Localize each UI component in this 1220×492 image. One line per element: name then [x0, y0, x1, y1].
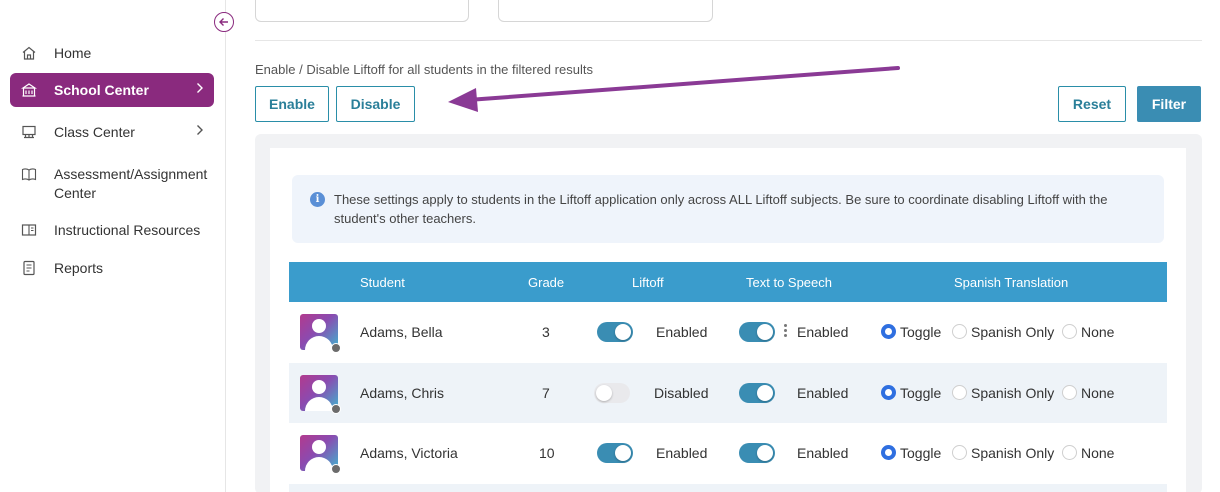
table-header: Student Grade Liftoff Text to Speech Spa…: [289, 262, 1167, 302]
radio-none-label: None: [1081, 445, 1115, 461]
radio-toggle-label: Toggle: [900, 445, 942, 461]
liftoff-status: Enabled: [656, 324, 708, 340]
radio-spanish-only[interactable]: [952, 445, 967, 460]
radio-toggle[interactable]: [881, 445, 896, 460]
header-student[interactable]: Student: [360, 275, 405, 290]
notice-text: These settings apply to students in the …: [334, 192, 1108, 226]
table-row: Adams, Victoria 10 Enabled Enabled Toggl…: [289, 423, 1167, 483]
reset-button[interactable]: Reset: [1058, 86, 1126, 122]
filter-button[interactable]: Filter: [1137, 86, 1201, 122]
tts-status: Enabled: [797, 385, 849, 401]
student-name: Adams, Chris: [360, 385, 445, 401]
table-row: [289, 484, 1167, 492]
status-dot: [331, 404, 341, 414]
chevron-right-icon: [196, 123, 204, 139]
radio-none-label: None: [1081, 324, 1115, 340]
table-row: Adams, Bella 3 Enabled Enabled Toggle Sp…: [289, 302, 1167, 362]
table-row: Adams, Chris 7 Disabled Enabled Toggle S…: [289, 363, 1167, 423]
radio-toggle-label: Toggle: [900, 385, 942, 401]
liftoff-toggle[interactable]: [594, 383, 630, 403]
radio-none[interactable]: [1062, 445, 1077, 460]
sidebar-item-assessment-center[interactable]: Assessment/Assignment Center: [10, 165, 214, 203]
radio-spanish-only[interactable]: [952, 324, 967, 339]
filter-field-1[interactable]: [255, 0, 469, 22]
radio-toggle-label: Toggle: [900, 324, 942, 340]
collapse-sidebar-button[interactable]: [214, 12, 234, 32]
sidebar: Home School Center Class Center Assessme…: [0, 0, 226, 492]
status-dot: [331, 464, 341, 474]
resources-icon: [20, 221, 38, 239]
book-icon: [20, 165, 38, 183]
tts-toggle[interactable]: [739, 443, 775, 463]
liftoff-toggle[interactable]: [597, 322, 633, 342]
radio-toggle[interactable]: [881, 324, 896, 339]
info-notice: i These settings apply to students in th…: [292, 175, 1164, 243]
radio-spanish-only-label: Spanish Only: [971, 385, 1055, 401]
more-options-icon[interactable]: [784, 324, 788, 339]
student-grade: 10: [539, 445, 555, 461]
radio-none-label: None: [1081, 385, 1115, 401]
sidebar-item-reports[interactable]: Reports: [10, 259, 214, 278]
enable-all-button[interactable]: Enable: [255, 86, 329, 122]
student-name: Adams, Bella: [360, 324, 443, 340]
radio-spanish-only-label: Spanish Only: [971, 445, 1055, 461]
class-icon: [20, 123, 38, 141]
sidebar-item-label: School Center: [54, 81, 149, 98]
sidebar-item-school-center[interactable]: School Center: [10, 73, 214, 107]
sidebar-item-label: Assessment/Assignment Center: [54, 165, 207, 203]
radio-none[interactable]: [1062, 324, 1077, 339]
radio-spanish-only[interactable]: [952, 385, 967, 400]
report-icon: [20, 259, 38, 277]
sidebar-item-label-line2: Center: [54, 185, 97, 201]
sidebar-item-class-center[interactable]: Class Center: [10, 123, 214, 142]
sidebar-item-label: Instructional Resources: [54, 222, 201, 238]
liftoff-status: Disabled: [654, 385, 709, 401]
radio-none[interactable]: [1062, 385, 1077, 400]
divider: [255, 40, 1202, 41]
tts-toggle[interactable]: [739, 322, 775, 342]
sidebar-item-instructional-resources[interactable]: Instructional Resources: [10, 221, 214, 240]
header-text-to-speech[interactable]: Text to Speech: [746, 275, 832, 290]
student-grade: 3: [542, 324, 550, 340]
header-grade[interactable]: Grade: [528, 275, 564, 290]
tts-status: Enabled: [797, 324, 849, 340]
arrow-left-icon: [218, 16, 230, 28]
disable-all-button[interactable]: Disable: [336, 86, 415, 122]
sidebar-item-home[interactable]: Home: [10, 44, 214, 63]
sidebar-item-label: Home: [54, 45, 92, 61]
sidebar-item-label-line1: Assessment/Assignment: [54, 166, 208, 182]
filter-field-2[interactable]: [498, 0, 713, 22]
sidebar-item-label: Reports: [54, 260, 104, 276]
header-liftoff[interactable]: Liftoff: [632, 275, 664, 290]
chevron-right-icon: [196, 81, 204, 97]
student-name: Adams, Victoria: [360, 445, 458, 461]
school-icon: [20, 81, 38, 99]
liftoff-status: Enabled: [656, 445, 708, 461]
radio-spanish-only-label: Spanish Only: [971, 324, 1055, 340]
home-icon: [20, 44, 38, 62]
annotation-arrow: [448, 66, 900, 112]
header-spanish-translation[interactable]: Spanish Translation: [954, 275, 1068, 290]
student-grade: 7: [542, 385, 550, 401]
tts-status: Enabled: [797, 445, 849, 461]
liftoff-toggle[interactable]: [597, 443, 633, 463]
info-icon: i: [310, 192, 325, 207]
status-dot: [331, 343, 341, 353]
radio-toggle[interactable]: [881, 385, 896, 400]
tts-toggle[interactable]: [739, 383, 775, 403]
sidebar-item-label: Class Center: [54, 124, 135, 140]
